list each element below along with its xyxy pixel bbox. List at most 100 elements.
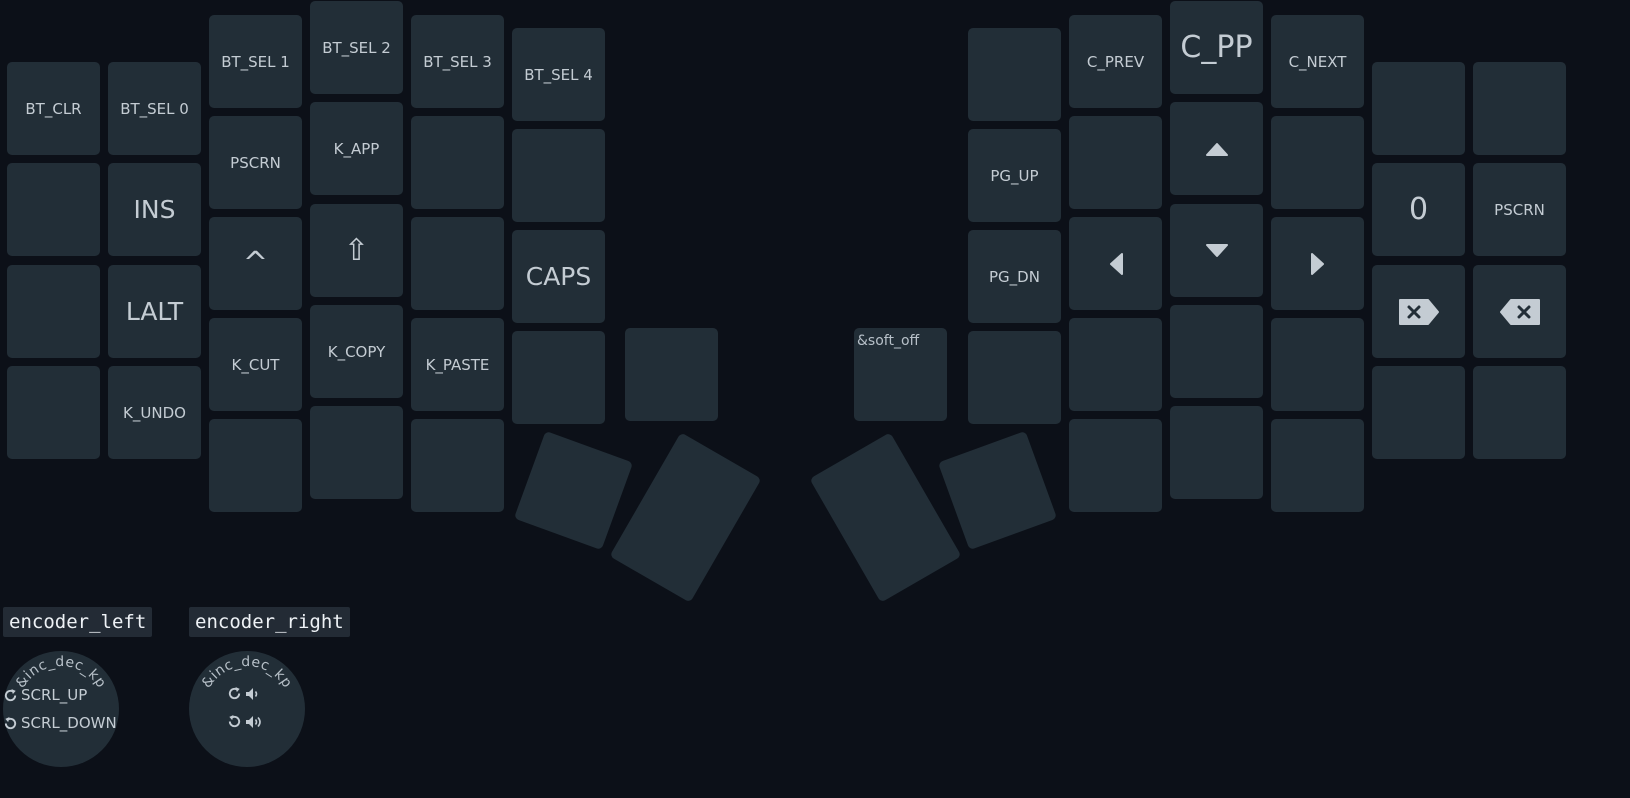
key-c-prev[interactable]: C_PREV <box>1069 15 1162 108</box>
key-label: C_PREV <box>1086 52 1145 71</box>
key-left-arrow[interactable] <box>1069 217 1162 310</box>
key-blank[interactable] <box>625 328 718 421</box>
key-label: BT_CLR <box>25 99 82 118</box>
key-blank[interactable] <box>7 163 100 256</box>
encoder-cw-row <box>227 686 261 701</box>
key-zero[interactable]: 0 <box>1372 163 1465 256</box>
key-label: CAPS <box>525 262 592 291</box>
key-label: K_APP <box>333 139 380 158</box>
thumb-key-left-outer[interactable] <box>513 430 634 551</box>
key-soft-off[interactable]: &soft_off <box>854 328 947 421</box>
key-pscrn-right[interactable]: PSCRN <box>1473 163 1566 256</box>
backspace-icon <box>1499 298 1540 325</box>
key-bt-sel-0[interactable]: BT_SEL 0 <box>108 62 201 155</box>
encoder-ccw-label: SCRL_DOWN <box>21 714 117 732</box>
key-label: BT_SEL 3 <box>423 52 492 71</box>
key-pg-up[interactable]: PG_UP <box>968 129 1061 222</box>
encoder-binding-arc: &inc_dec_kp <box>13 654 109 691</box>
key-blank[interactable] <box>1170 406 1263 499</box>
encoder-cw-row: SCRL_UP <box>3 686 87 704</box>
key-shift[interactable]: ⇧ <box>310 204 403 297</box>
key-blank[interactable] <box>7 265 100 358</box>
key-caps[interactable]: CAPS <box>512 230 605 323</box>
encoder-left[interactable]: &inc_dec_kp SCRL_UP SCRL_DOWN <box>3 651 119 767</box>
key-bt-sel-3[interactable]: BT_SEL 3 <box>411 15 504 108</box>
key-blank[interactable] <box>209 419 302 512</box>
key-blank[interactable] <box>1069 318 1162 411</box>
key-delete[interactable] <box>1372 265 1465 358</box>
key-blank[interactable] <box>1069 419 1162 512</box>
key-k-undo[interactable]: K_UNDO <box>108 366 201 459</box>
encoder-binding-arc: &inc_dec_kp <box>199 654 295 691</box>
key-label: K_CUT <box>231 355 280 374</box>
key-blank[interactable] <box>1271 116 1364 209</box>
key-k-app[interactable]: K_APP <box>310 102 403 195</box>
key-ins[interactable]: INS <box>108 163 201 256</box>
key-label: ^ <box>242 246 269 281</box>
key-label: PSCRN <box>230 153 281 172</box>
thumb-key-left-inner[interactable] <box>609 432 762 603</box>
key-blank[interactable] <box>1271 318 1364 411</box>
rotate-cw-icon <box>4 688 17 701</box>
key-blank[interactable] <box>411 217 504 310</box>
key-label: PG_UP <box>990 166 1039 185</box>
key-blank[interactable] <box>968 331 1061 424</box>
volume-down-icon <box>246 687 258 700</box>
key-backspace[interactable] <box>1473 265 1566 358</box>
key-label: BT_SEL 0 <box>120 99 189 118</box>
thumb-key-right-outer[interactable] <box>937 430 1058 551</box>
key-blank[interactable] <box>7 366 100 459</box>
key-up-arrow[interactable] <box>1170 102 1263 195</box>
key-blank[interactable] <box>1069 116 1162 209</box>
key-k-cut[interactable]: K_CUT <box>209 318 302 411</box>
key-blank[interactable] <box>512 331 605 424</box>
key-c-pp[interactable]: C_PP <box>1170 1 1263 94</box>
key-label: INS <box>133 195 176 224</box>
key-label: K_PASTE <box>425 355 490 374</box>
key-bt-sel-4[interactable]: BT_SEL 4 <box>512 28 605 121</box>
encoder-right-label: encoder_right <box>189 607 350 637</box>
key-c-next[interactable]: C_NEXT <box>1271 15 1364 108</box>
key-label: ⇧ <box>343 233 370 268</box>
encoder-left-label: encoder_left <box>3 607 153 637</box>
key-bt-clr[interactable]: BT_CLR <box>7 62 100 155</box>
thumb-key-right-inner[interactable] <box>809 432 962 603</box>
key-ctrl[interactable]: ^ <box>209 217 302 310</box>
key-lalt[interactable]: LALT <box>108 265 201 358</box>
key-blank[interactable] <box>411 116 504 209</box>
key-label: BT_SEL 4 <box>524 65 593 84</box>
key-k-paste[interactable]: K_PASTE <box>411 318 504 411</box>
key-blank[interactable] <box>1372 62 1465 155</box>
rotate-ccw-icon <box>4 716 17 729</box>
encoder-cw-label: SCRL_UP <box>21 686 88 704</box>
key-label: PG_DN <box>989 267 1040 286</box>
key-blank[interactable] <box>1473 62 1566 155</box>
key-blank[interactable] <box>1170 305 1263 398</box>
key-pg-dn[interactable]: PG_DN <box>968 230 1061 323</box>
key-label: C_NEXT <box>1288 52 1347 71</box>
key-pscrn[interactable]: PSCRN <box>209 116 302 209</box>
volume-up-icon <box>246 715 261 728</box>
key-blank[interactable] <box>310 406 403 499</box>
key-blank[interactable] <box>512 129 605 222</box>
encoder-ccw-row <box>227 714 265 729</box>
key-label: 0 <box>1408 192 1429 227</box>
triangle-right-icon <box>1310 252 1324 275</box>
key-blank[interactable] <box>1473 366 1566 459</box>
key-blank[interactable] <box>411 419 504 512</box>
key-right-arrow[interactable] <box>1271 217 1364 310</box>
key-bt-sel-2[interactable]: BT_SEL 2 <box>310 1 403 94</box>
key-down-arrow[interactable] <box>1170 204 1263 297</box>
encoder-ccw-row: SCRL_DOWN <box>3 714 117 732</box>
key-label: C_PP <box>1180 30 1253 65</box>
key-blank[interactable] <box>968 28 1061 121</box>
key-label: K_COPY <box>327 342 386 361</box>
key-bt-sel-1[interactable]: BT_SEL 1 <box>209 15 302 108</box>
delete-icon <box>1398 298 1439 325</box>
rotate-ccw-icon <box>228 714 241 728</box>
encoder-right[interactable]: &inc_dec_kp <box>189 651 305 767</box>
key-label: K_UNDO <box>123 403 186 422</box>
key-blank[interactable] <box>1271 419 1364 512</box>
key-blank[interactable] <box>1372 366 1465 459</box>
key-k-copy[interactable]: K_COPY <box>310 305 403 398</box>
